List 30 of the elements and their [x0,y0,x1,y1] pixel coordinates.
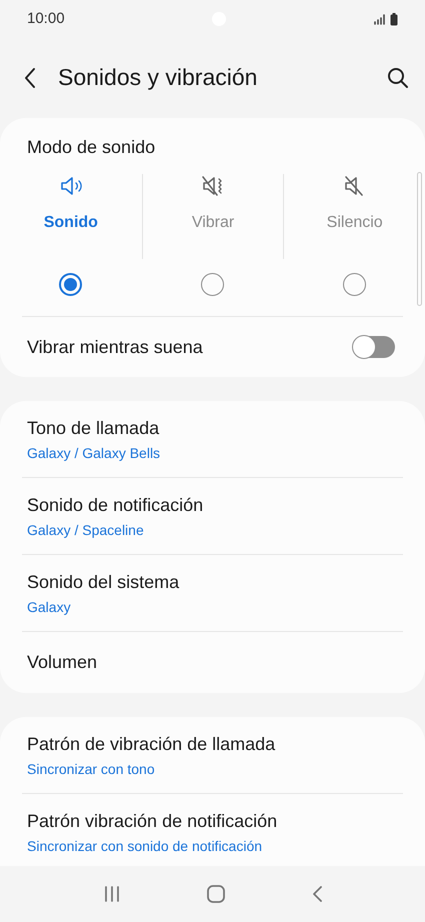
back-button[interactable] [24,66,36,90]
status-time: 10:00 [27,8,65,29]
setting-value: Galaxy / Spaceline [27,520,145,540]
home-icon[interactable] [206,884,226,904]
setting-title[interactable]: Sonido de notificación [27,492,398,518]
speaker-icon [58,174,83,198]
mode-option[interactable]: Sonido [44,211,98,235]
back-icon[interactable] [310,885,322,903]
setting-title[interactable]: Sonido del sistema [27,568,398,596]
setting-value: Galaxy / Galaxy Bells [27,444,162,463]
search-icon [387,66,409,89]
setting-title[interactable]: Patrón de vibración de llamada [27,730,398,758]
battery-icon [390,12,398,26]
toggle-switch[interactable] [353,336,395,358]
radio-button[interactable] [201,273,224,296]
recent-apps-icon[interactable] [102,885,120,903]
setting-title[interactable]: Tono de llamada [27,414,398,442]
back-icon [24,66,36,89]
section-title: Modo de sonido [26,136,156,159]
page-title: Sonidos y vibración [58,64,258,92]
setting-value: Sincronizar con tono [27,760,156,778]
setting-value: Galaxy [27,598,72,617]
setting-title[interactable]: Patrón vibración de notificación [27,808,398,834]
setting-value: Sincronizar con sonido de notificación [27,836,264,856]
radio-button[interactable] [59,273,82,296]
search-button[interactable] [387,66,409,90]
signal-icon [374,14,386,24]
setting-label: Vibrar mientras suena [27,336,203,358]
radio-button[interactable] [342,273,366,296]
setting-title[interactable]: Volumen [27,649,398,676]
